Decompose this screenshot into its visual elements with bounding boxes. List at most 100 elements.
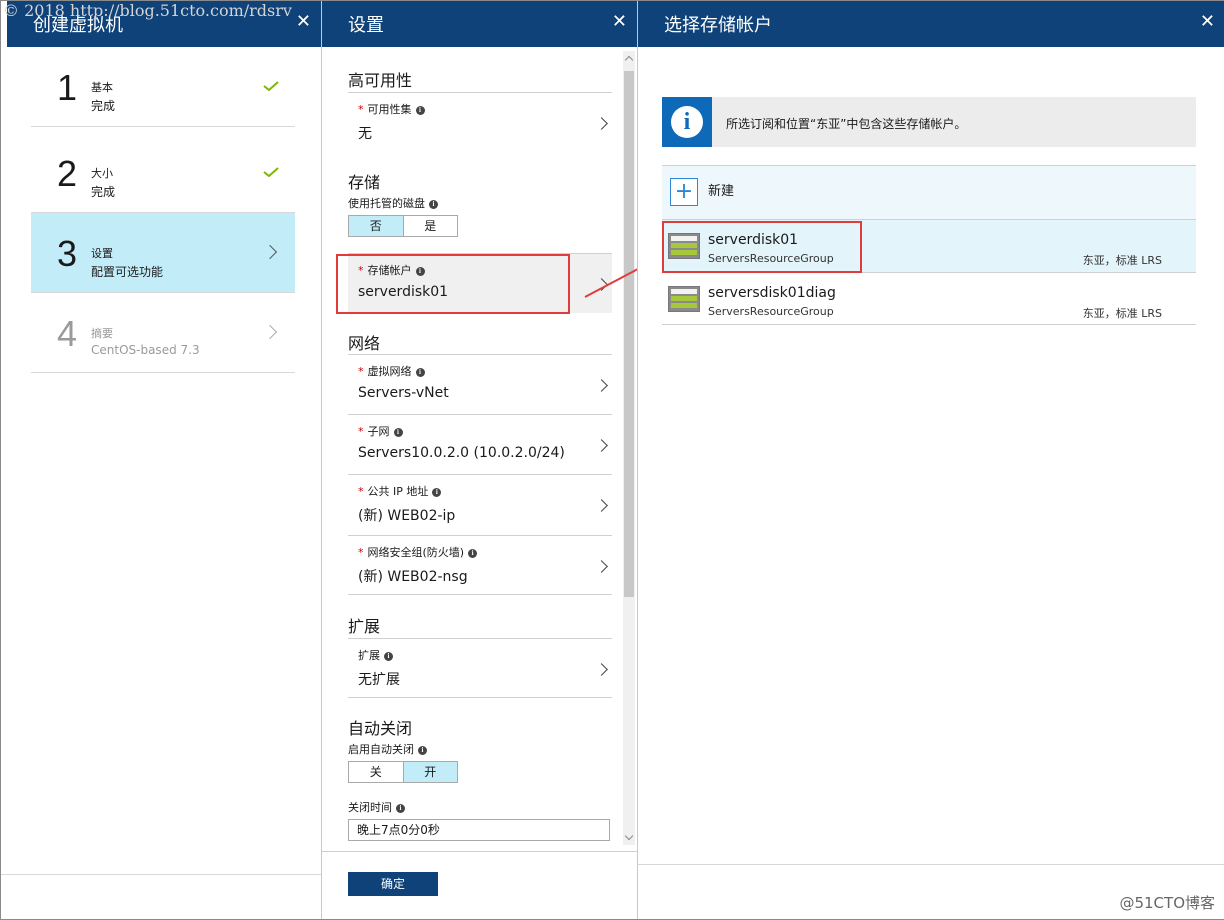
step-basics[interactable]: 1 基本 完成 xyxy=(31,47,295,127)
managed-disk-toggle: 否 是 xyxy=(348,215,458,237)
step-status: 完成 xyxy=(91,99,116,113)
storage-list: i 所选订阅和位置“东亚”中包含这些存储帐户。 + 新建 serverdisk0… xyxy=(638,47,1224,919)
plus-icon: + xyxy=(670,178,698,206)
toggle-yes[interactable]: 是 xyxy=(402,216,458,236)
blade-title: 设置 xyxy=(348,15,384,36)
toggle-no[interactable]: 否 xyxy=(349,216,403,236)
step-number: 4 xyxy=(57,313,78,354)
checkmark-icon xyxy=(263,167,279,177)
auto-shutdown-label: 启用自动关闭 i xyxy=(348,741,427,757)
scroll-down-icon[interactable] xyxy=(624,831,634,841)
field-label: * 虚拟网络 i xyxy=(358,363,425,379)
step-number: 3 xyxy=(57,233,78,274)
chevron-right-icon xyxy=(595,499,608,512)
info-icon: i xyxy=(415,368,425,377)
storage-account-icon xyxy=(668,286,700,312)
checkmark-icon xyxy=(263,81,279,91)
select-storage-blade: 选择存储帐户 ✕ i 所选订阅和位置“东亚”中包含这些存储帐户。 + 新建 se… xyxy=(637,1,1224,919)
availability-set-field[interactable]: * 可用性集 i 无 xyxy=(348,92,612,152)
managed-disk-label: 使用托管的磁盘 i xyxy=(348,195,438,211)
storage-account-row[interactable]: serverdisk01 ServersResourceGroup 东亚，标准 … xyxy=(662,219,1196,272)
field-label: * 子网 i xyxy=(358,423,403,439)
close-icon[interactable]: ✕ xyxy=(612,11,627,32)
field-value: (新) WEB02-nsg xyxy=(358,569,468,585)
account-name: serversdisk01diag xyxy=(708,285,836,301)
blade-footer-divider xyxy=(638,864,1224,865)
account-group: ServersResourceGroup xyxy=(708,252,834,265)
info-text: 所选订阅和位置“东亚”中包含这些存储帐户。 xyxy=(726,117,967,131)
account-name: serverdisk01 xyxy=(708,232,799,248)
storage-account-field[interactable]: * 存储帐户 i serverdisk01 xyxy=(348,253,612,313)
field-label: * 公共 IP 地址 i xyxy=(358,483,442,499)
ok-button[interactable]: 确定 xyxy=(348,872,438,896)
field-label: * 存储帐户 i xyxy=(358,262,425,278)
field-value: (新) WEB02-ip xyxy=(358,508,456,524)
info-icon: i xyxy=(418,746,427,755)
chevron-right-icon xyxy=(595,379,608,392)
step-label: 大小 xyxy=(91,167,113,180)
subnet-field[interactable]: * 子网 i Servers10.0.2.0 (10.0.2.0/24) xyxy=(348,414,612,474)
info-icon: i xyxy=(393,428,403,437)
section-auto-shutdown: 自动关闭 xyxy=(348,719,413,738)
watermark: © 2018 http://blog.51cto.com/rdsrv xyxy=(3,1,292,20)
auto-shutdown-toggle: 关 开 xyxy=(348,761,458,783)
toggle-on[interactable]: 开 xyxy=(402,762,457,782)
shutdown-time-label: 关闭时间 i xyxy=(348,799,405,815)
public-ip-field[interactable]: * 公共 IP 地址 i (新) WEB02-ip xyxy=(348,474,612,534)
blade-header: 设置 ✕ xyxy=(322,1,637,47)
step-label: 摘要 xyxy=(91,327,113,340)
chevron-right-icon xyxy=(595,663,608,676)
storage-account-row[interactable]: serversdisk01diag ServersResourceGroup 东… xyxy=(662,272,1196,325)
toggle-off[interactable]: 关 xyxy=(349,762,403,782)
blade-header: 选择存储帐户 ✕ xyxy=(638,1,1224,47)
info-icon: i xyxy=(415,267,425,276)
account-location: 东亚，标准 LRS xyxy=(1082,254,1162,267)
nsg-field[interactable]: * 网络安全组(防火墙) i (新) WEB02-nsg xyxy=(348,535,612,595)
extensions-field[interactable]: 扩展 i 无扩展 xyxy=(348,638,612,698)
step-label: 基本 xyxy=(91,81,113,94)
shutdown-time-input[interactable]: 晚上7点0分0秒 xyxy=(348,819,610,841)
steps-list: 1 基本 完成 2 大小 完成 3 设置 配置可选功能 4 摘要 CentOS-… xyxy=(7,47,315,919)
step-number: 1 xyxy=(57,67,78,108)
blade-footer-divider xyxy=(1,874,321,875)
step-status: 配置可选功能 xyxy=(91,265,164,279)
create-new-row[interactable]: + 新建 xyxy=(662,165,1196,219)
field-value: 无扩展 xyxy=(358,672,400,688)
field-label: * 网络安全组(防火墙) i xyxy=(358,544,478,560)
info-icon: i xyxy=(384,652,393,661)
create-new-label: 新建 xyxy=(708,184,735,199)
close-icon[interactable]: ✕ xyxy=(1200,11,1215,32)
step-size[interactable]: 2 大小 完成 xyxy=(31,133,295,213)
scrollbar-thumb[interactable] xyxy=(624,71,634,597)
info-icon: i xyxy=(396,804,405,813)
field-label: * 可用性集 i xyxy=(358,101,425,117)
settings-form: 高可用性 * 可用性集 i 无 存储 使用托管的磁盘 i 否 是 * 存储帐户 i ser… xyxy=(322,47,637,851)
credit-watermark: @51CTO博客 xyxy=(1119,894,1215,912)
section-high-availability: 高可用性 xyxy=(348,71,413,90)
storage-account-icon xyxy=(668,233,700,259)
chevron-right-icon xyxy=(595,439,608,452)
vnet-field[interactable]: * 虚拟网络 i Servers-vNet xyxy=(348,354,612,414)
field-value: Servers10.0.2.0 (10.0.2.0/24) xyxy=(358,445,565,461)
field-value: serverdisk01 xyxy=(358,284,449,300)
blade-title: 选择存储帐户 xyxy=(664,15,772,36)
chevron-right-icon xyxy=(262,244,278,260)
info-icon: i xyxy=(432,488,442,497)
blade-footer: 确定 xyxy=(322,851,637,919)
scrollbar[interactable] xyxy=(623,51,635,845)
section-extensions: 扩展 xyxy=(348,617,381,636)
azure-portal: © 2018 http://blog.51cto.com/rdsrv 创建虚拟机… xyxy=(0,0,1224,920)
step-summary[interactable]: 4 摘要 CentOS-based 7.3 xyxy=(31,293,295,373)
scroll-up-icon[interactable] xyxy=(624,55,634,65)
chevron-right-icon xyxy=(595,560,608,573)
settings-blade: 设置 ✕ 高可用性 * 可用性集 i 无 存储 使用托管的磁盘 i 否 是 * 存储帐户… xyxy=(321,1,637,919)
account-group: ServersResourceGroup xyxy=(708,305,834,318)
chevron-right-icon xyxy=(595,117,608,130)
field-label: 扩展 i xyxy=(358,647,393,663)
section-network: 网络 xyxy=(348,334,381,353)
info-icon: i xyxy=(415,106,425,115)
step-label: 设置 xyxy=(91,247,113,260)
step-settings[interactable]: 3 设置 配置可选功能 xyxy=(31,213,295,293)
chevron-right-icon xyxy=(262,324,278,340)
close-icon[interactable]: ✕ xyxy=(296,11,311,32)
